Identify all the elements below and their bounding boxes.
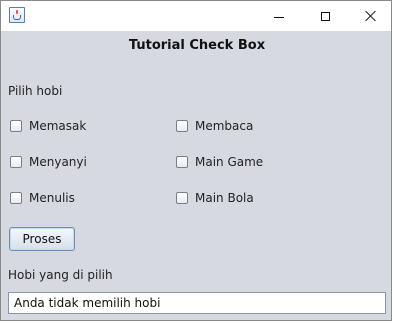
close-icon	[365, 10, 377, 22]
checkbox-box[interactable]	[176, 192, 188, 204]
java-cup-icon	[9, 7, 25, 23]
result-field[interactable]: Anda tidak memilih hobi	[8, 292, 386, 314]
checkbox-menyanyi[interactable]: Menyanyi	[10, 155, 87, 169]
checkbox-label: Memasak	[29, 119, 87, 133]
maximize-icon	[320, 11, 330, 21]
checkbox-memasak[interactable]: Memasak	[10, 119, 86, 133]
checkbox-label: Menulis	[29, 191, 75, 205]
minimize-icon	[274, 16, 284, 18]
checkbox-label: Main Game	[195, 155, 264, 169]
app-window: Tutorial Check Box Pilih hobi Memasak Me…	[0, 0, 392, 321]
checkbox-membaca[interactable]: Membaca	[176, 119, 253, 133]
form-heading: Tutorial Check Box	[128, 38, 266, 53]
checkbox-main-game[interactable]: Main Game	[176, 155, 263, 169]
checkbox-box[interactable]	[10, 156, 22, 168]
checkbox-main-bola[interactable]: Main Bola	[176, 191, 254, 205]
checkbox-box[interactable]	[176, 120, 188, 132]
hobby-prompt-label: Pilih hobi	[8, 84, 63, 98]
proses-button[interactable]: Proses	[9, 227, 75, 251]
checkbox-label: Membaca	[195, 119, 254, 133]
checkbox-label: Main Bola	[195, 191, 254, 205]
checkbox-box[interactable]	[10, 192, 22, 204]
result-label: Hobi yang di pilih	[8, 268, 113, 282]
checkbox-box[interactable]	[10, 120, 22, 132]
title-bar	[1, 1, 391, 31]
checkbox-box[interactable]	[176, 156, 188, 168]
close-button[interactable]	[349, 1, 393, 31]
maximize-button[interactable]	[303, 1, 347, 31]
checkbox-label: Menyanyi	[29, 155, 87, 169]
minimize-button[interactable]	[257, 1, 301, 31]
checkbox-menulis[interactable]: Menulis	[10, 191, 75, 205]
